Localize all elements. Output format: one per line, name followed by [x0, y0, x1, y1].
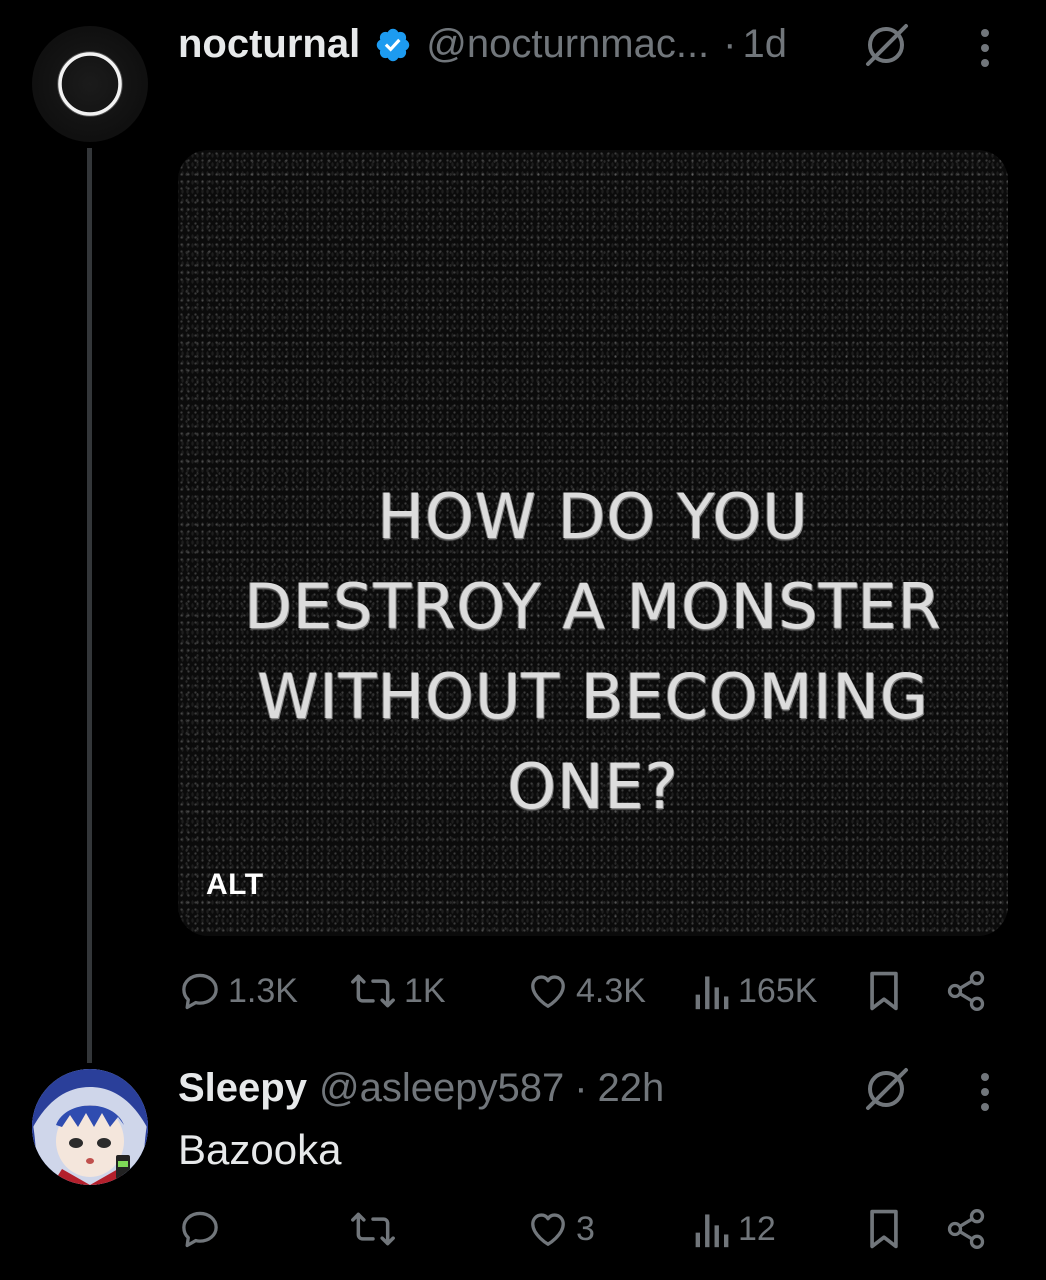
views-button[interactable]: 165K [692, 966, 817, 1016]
anime-character-avatar-icon [32, 1069, 148, 1185]
post-header: nocturnal @nocturnmac... · 1d [178, 22, 787, 67]
views-icon [695, 1214, 729, 1248]
repost-button[interactable]: 1K [348, 966, 446, 1016]
reply-icon [182, 1211, 218, 1248]
like-count: 4.3K [576, 971, 646, 1010]
reply-button[interactable]: 1.3K [178, 966, 298, 1016]
more-icon[interactable] [976, 1070, 994, 1114]
like-button[interactable]: 4.3K [526, 966, 646, 1016]
view-count: 165K [738, 971, 818, 1010]
timeline: nocturnal @nocturnmac... · 1d HOW DO YOU… [0, 0, 1046, 1280]
display-name[interactable]: nocturnal [178, 22, 360, 67]
separator-dot: · [574, 1066, 588, 1110]
post-action-bar: 1.3K 1K 4.3K 165K [0, 966, 1046, 1016]
like-button[interactable]: 3 [526, 1204, 595, 1254]
reply-action-bar: 3 12 [0, 1204, 1046, 1254]
bookmark-icon[interactable] [864, 969, 904, 1013]
reply-body-text: Bazooka [178, 1126, 342, 1173]
like-icon [531, 1213, 565, 1246]
alt-badge[interactable]: ALT [206, 868, 264, 902]
eclipse-ring-icon [57, 51, 123, 117]
grok-icon[interactable] [862, 22, 912, 68]
views-button[interactable]: 12 [692, 1204, 776, 1254]
repost-button[interactable] [348, 1204, 404, 1254]
avatar[interactable] [32, 1069, 148, 1185]
reply-count: 1.3K [228, 971, 298, 1010]
quote-line: ONE? [507, 750, 679, 823]
handle[interactable]: @nocturnmac... [426, 22, 709, 67]
handle[interactable]: @asleepy587 [319, 1066, 564, 1111]
quote-line: WITHOUT BECOMING [257, 660, 929, 733]
timestamp[interactable]: 22h [598, 1066, 665, 1111]
timestamp[interactable]: 1d [743, 22, 788, 67]
bookmark-icon[interactable] [864, 1207, 904, 1251]
quote-line: HOW DO YOU [377, 480, 809, 553]
quote-line: DESTROY A MONSTER [244, 570, 942, 643]
reply-button[interactable] [178, 1204, 228, 1254]
repost-icon [351, 1212, 395, 1246]
grok-icon[interactable] [862, 1066, 912, 1112]
more-icon[interactable] [976, 26, 994, 70]
share-icon[interactable] [944, 1207, 988, 1251]
view-count: 12 [738, 1209, 776, 1248]
avatar[interactable] [32, 26, 148, 142]
verified-badge-icon [374, 26, 412, 64]
repost-count: 1K [404, 971, 446, 1010]
display-name[interactable]: Sleepy [178, 1066, 307, 1111]
like-icon [531, 975, 565, 1008]
post-image[interactable]: HOW DO YOU DESTROY A MONSTER WITHOUT BEC… [178, 150, 1008, 936]
separator-dot: · [723, 22, 737, 66]
share-icon[interactable] [944, 969, 988, 1013]
reply-icon [182, 973, 218, 1010]
image-quote-text: HOW DO YOU DESTROY A MONSTER WITHOUT BEC… [178, 472, 1008, 832]
views-icon [695, 976, 729, 1010]
reply-header: Sleepy @asleepy587 · 22h [178, 1066, 664, 1111]
thread-connector-line [87, 148, 92, 1063]
like-count: 3 [576, 1209, 595, 1248]
repost-icon [351, 974, 395, 1008]
